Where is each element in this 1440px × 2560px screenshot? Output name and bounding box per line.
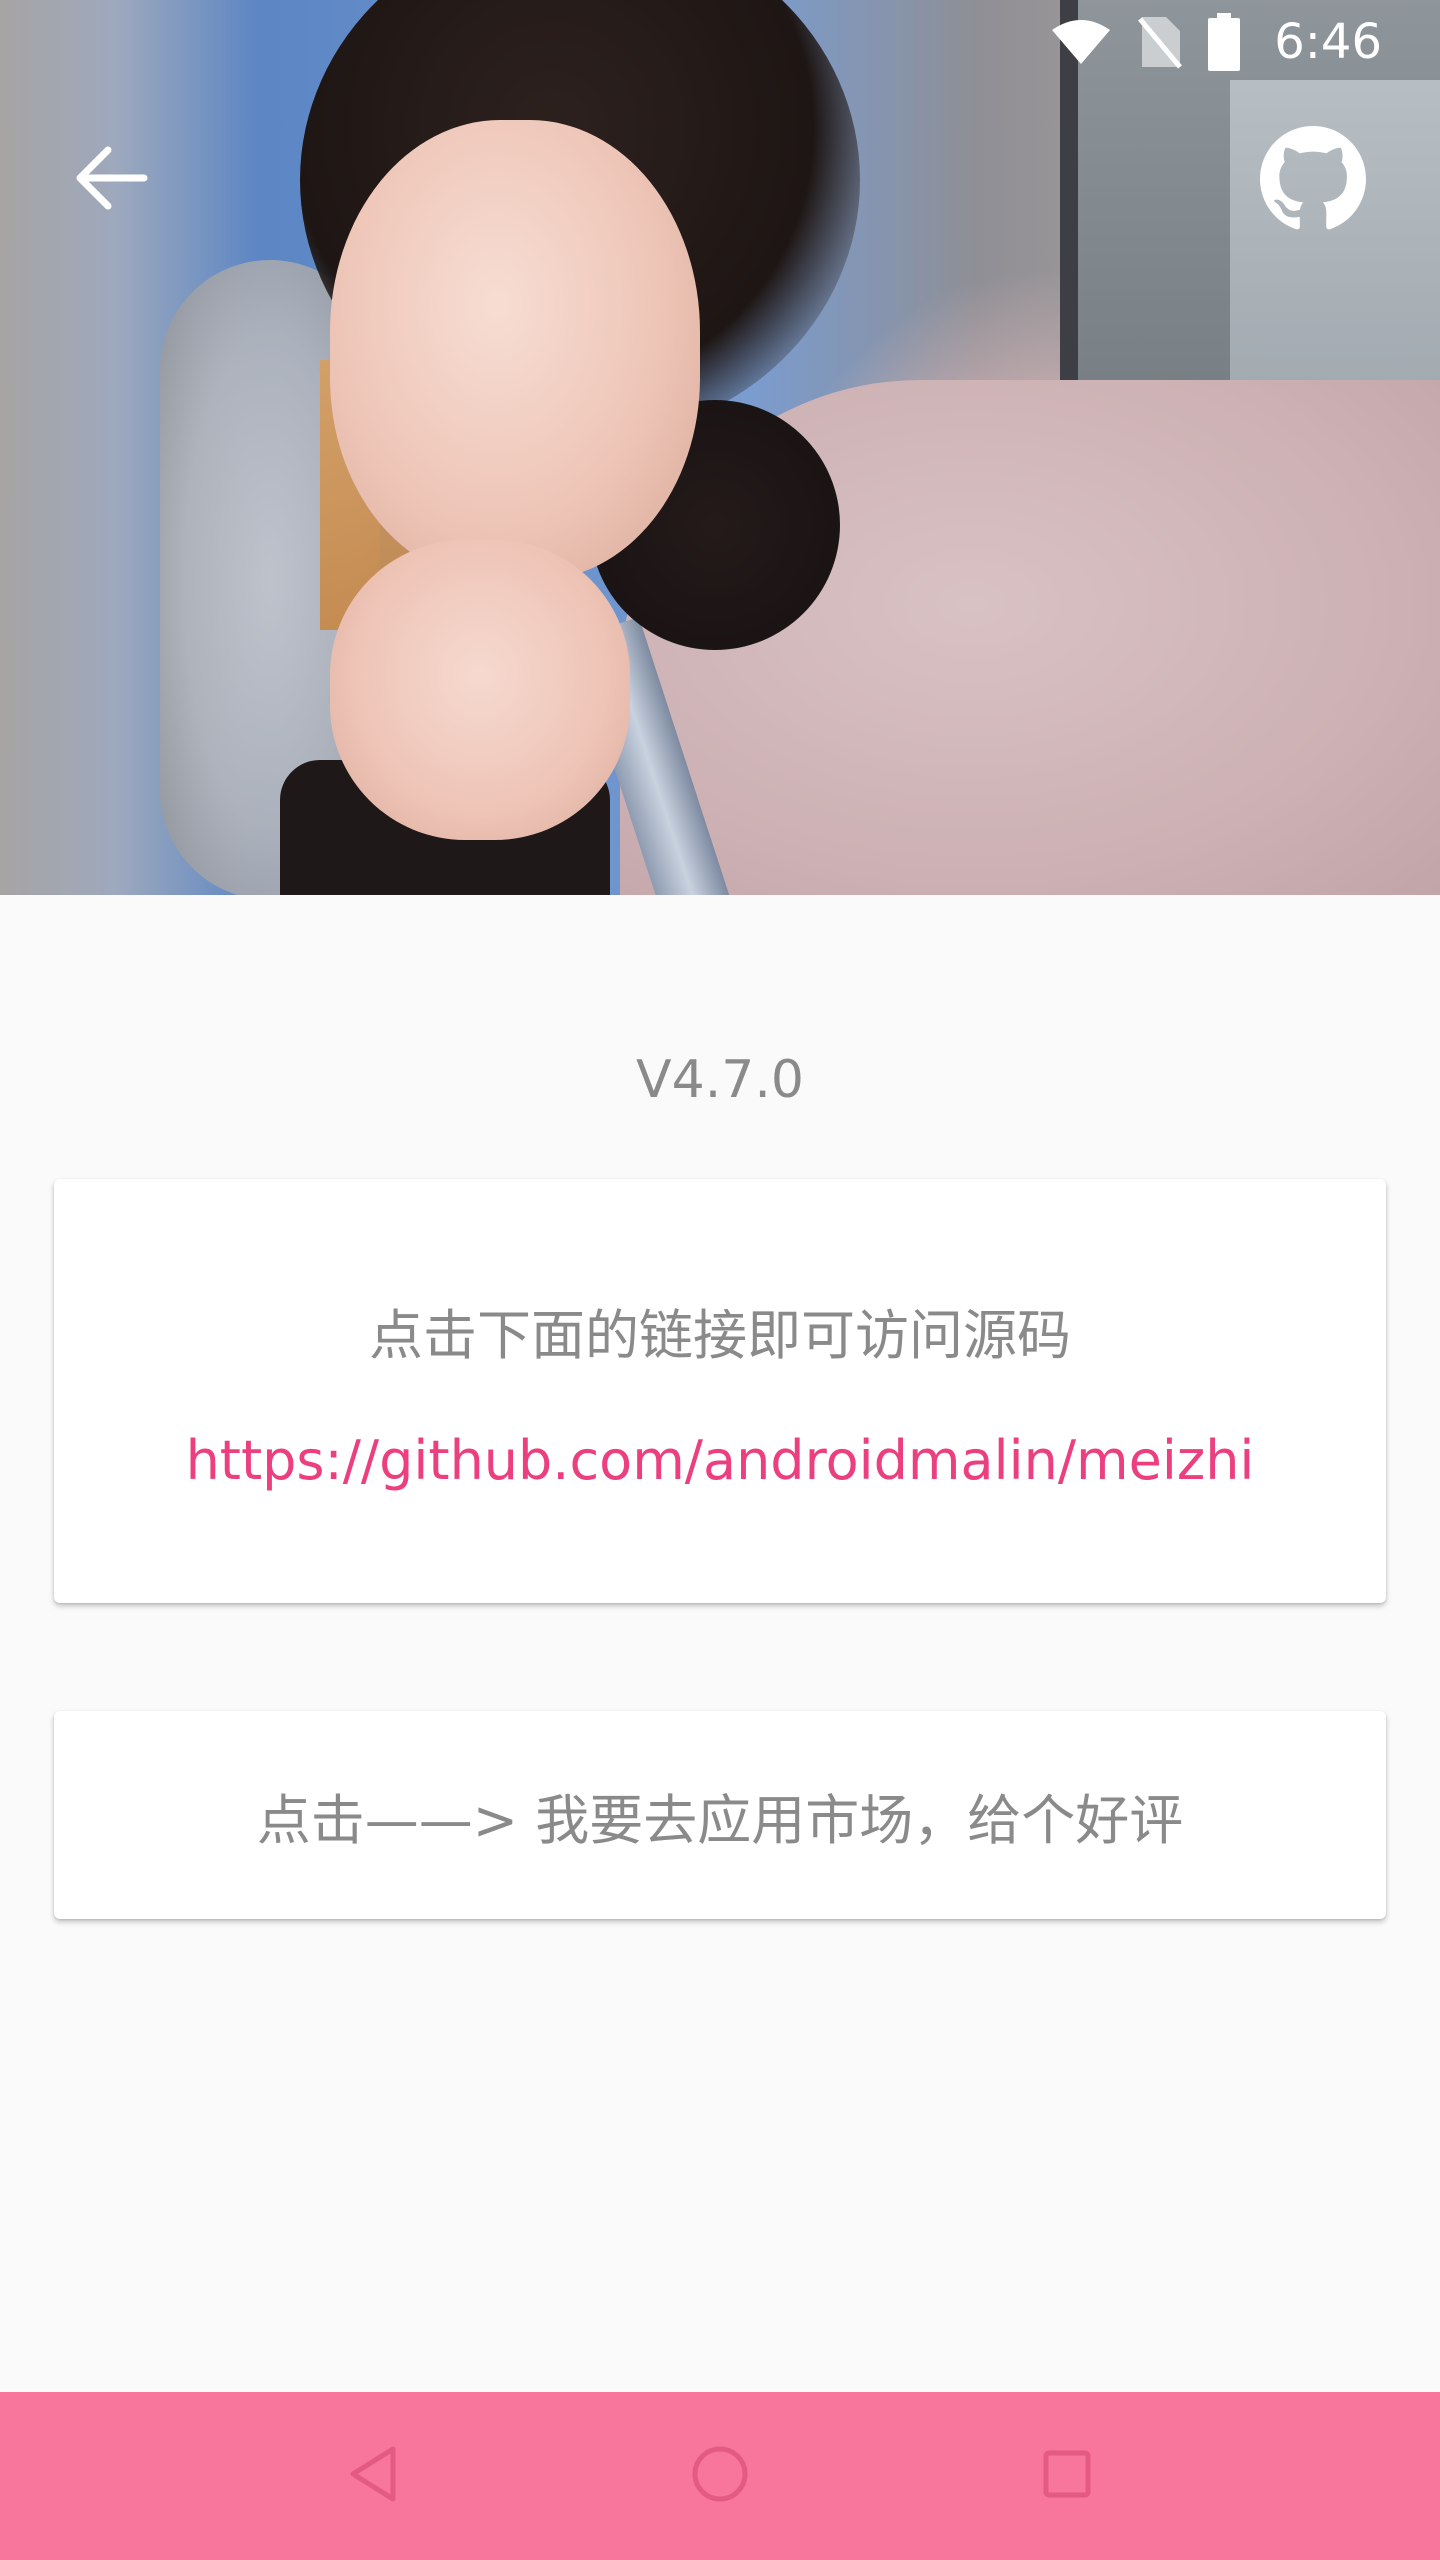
navigation-bar [0, 2392, 1440, 2560]
status-time: 6:46 [1274, 14, 1382, 70]
nav-home-button[interactable] [660, 2416, 780, 2536]
rate-app-button[interactable]: 点击——> 我要去应用市场，给个好评 [54, 1711, 1386, 1919]
recents-square-icon [1042, 2449, 1092, 2503]
photo-face [330, 120, 700, 580]
github-button[interactable] [1258, 126, 1368, 236]
wifi-icon [1050, 18, 1112, 66]
rate-app-label: 点击——> 我要去应用市场，给个好评 [256, 1788, 1184, 1852]
app-version: V4.7.0 [636, 1050, 804, 1110]
arrow-back-icon [72, 144, 148, 216]
source-card: 点击下面的链接即可访问源码 https://github.com/android… [54, 1179, 1386, 1603]
nav-recents-button[interactable] [1007, 2416, 1127, 2536]
back-button[interactable] [60, 130, 160, 230]
github-icon [1260, 126, 1366, 236]
no-sim-icon [1138, 15, 1183, 69]
source-hint: 点击下面的链接即可访问源码 [369, 1304, 1071, 1367]
source-link[interactable]: https://github.com/androidmalin/meizhi [54, 1429, 1386, 1492]
home-circle-icon [691, 2445, 749, 2507]
nav-back-button[interactable] [313, 2416, 433, 2536]
header-photo [0, 0, 1440, 895]
status-bar: 6:46 [1050, 0, 1440, 84]
photo-hand [330, 540, 630, 840]
battery-icon [1208, 13, 1241, 71]
back-triangle-icon [347, 2445, 399, 2507]
